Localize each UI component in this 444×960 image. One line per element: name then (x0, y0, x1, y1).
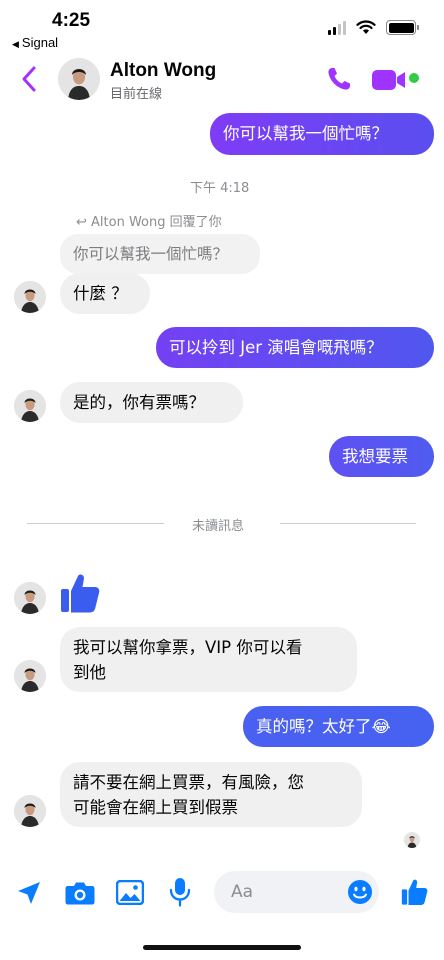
divider-line (280, 523, 416, 524)
outgoing-message[interactable]: 我想要票 (329, 436, 434, 477)
read-receipt-avatar (404, 832, 420, 848)
back-triangle-icon: ◀ (12, 39, 19, 49)
status-icons (328, 20, 419, 35)
gallery-icon[interactable] (116, 880, 144, 905)
contact-avatar-small (14, 390, 46, 422)
back-chevron-icon[interactable] (18, 64, 40, 94)
reply-quote[interactable]: 你可以幫我一個忙嗎？ (60, 234, 260, 274)
message-line: 可能會在網上買到假票 (73, 798, 238, 817)
outgoing-message[interactable]: 可以拎到 Jer 演唱會嘅飛嗎？ (156, 327, 434, 368)
status-bar: 4:25 ◀ Signal (0, 0, 444, 54)
video-camera-icon[interactable] (371, 67, 407, 93)
reply-arrow-icon: ↩ (76, 215, 92, 230)
incoming-message[interactable]: 什麼 ？ (60, 273, 150, 314)
contact-avatar[interactable] (58, 58, 100, 100)
presence-status: 目前在線 (110, 87, 163, 102)
thumbs-up-icon[interactable] (401, 878, 428, 906)
camera-icon[interactable] (65, 880, 95, 906)
back-app-label: Signal (21, 35, 59, 50)
battery-icon (386, 20, 419, 35)
message-line: 請不要在網上買票，有風險，您 (73, 773, 304, 792)
timestamp: 下午 4:18 (190, 181, 250, 196)
contact-avatar-small (14, 660, 46, 692)
message-line: 到他 (73, 663, 106, 682)
incoming-message[interactable]: 是的，你有票嗎？ (60, 382, 243, 423)
location-arrow-icon[interactable] (16, 880, 42, 906)
thumbs-up-icon[interactable] (60, 572, 100, 614)
reply-meta: ↩ Alton Wong 回覆了你 (76, 215, 222, 230)
composer-bar (0, 862, 444, 922)
emoji-icon[interactable] (347, 879, 373, 905)
home-indicator[interactable] (143, 945, 301, 950)
chat-header: Alton Wong 目前在線 (0, 54, 444, 104)
cellular-signal-icon (328, 20, 346, 35)
status-time: 4:25 (52, 10, 91, 31)
wifi-icon (356, 20, 376, 34)
incoming-message[interactable]: 我可以幫你拿票，VIP 你可以看 到他 (60, 627, 357, 692)
online-indicator (409, 73, 419, 83)
outgoing-message[interactable]: 你可以幫我一個忙嗎？ (210, 113, 434, 155)
contact-avatar-small (14, 795, 46, 827)
incoming-message[interactable]: 請不要在網上買票，有風險，您 可能會在網上買到假票 (60, 762, 362, 827)
outgoing-message[interactable]: 真的嗎？太好了😂 (243, 706, 434, 747)
message-line: 我可以幫你拿票，VIP 你可以看 (73, 638, 303, 657)
laughing-emoji: 😂 (371, 717, 391, 736)
microphone-icon[interactable] (169, 877, 191, 907)
phone-icon[interactable] (325, 65, 353, 93)
contact-name[interactable]: Alton Wong (110, 60, 216, 82)
contact-avatar-small (14, 582, 46, 614)
divider-line (27, 523, 164, 524)
contact-avatar-small (14, 281, 46, 313)
back-to-app-link[interactable]: ◀ Signal (12, 35, 58, 50)
unread-divider-label: 未讀訊息 (192, 519, 245, 534)
